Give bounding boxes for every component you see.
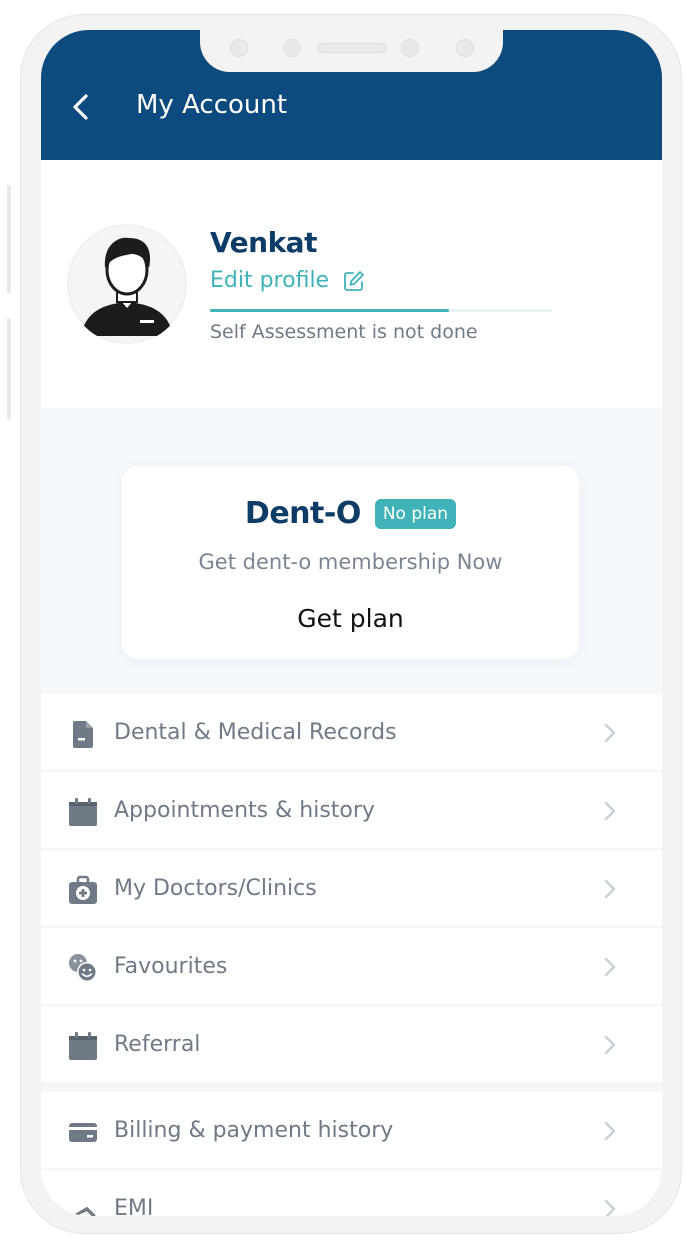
edit-icon xyxy=(344,270,364,291)
get-plan-button[interactable]: Get plan xyxy=(122,604,579,633)
menu-item-referral[interactable]: Referral xyxy=(41,1006,662,1084)
chevron-right-icon xyxy=(604,1199,616,1216)
chevron-right-icon xyxy=(604,1035,616,1055)
document-icon xyxy=(72,721,93,748)
menu-divider xyxy=(41,1084,662,1092)
app-header: My Account xyxy=(41,30,662,160)
front-camera xyxy=(401,39,419,57)
avatar[interactable] xyxy=(67,224,187,344)
sensor-dot xyxy=(230,39,248,57)
plan-card: Dent-O No plan Get dent-o membership Now… xyxy=(122,466,579,659)
app-screen: My Account Venkat Edit profile Self Asse… xyxy=(41,30,662,1216)
profile-progress-fill xyxy=(210,309,450,312)
medical-bag-icon xyxy=(69,875,97,904)
menu-item-label: Referral xyxy=(114,1032,201,1057)
account-menu: Dental & Medical Records Appointments & … xyxy=(41,694,662,1216)
menu-item-appointments-history[interactable]: Appointments & history xyxy=(41,772,662,850)
plan-section: Dent-O No plan Get dent-o membership Now… xyxy=(41,408,662,694)
plan-status-badge: No plan xyxy=(374,498,457,529)
chevron-right-icon xyxy=(604,1121,616,1141)
side-button-volume-up xyxy=(7,185,11,293)
plan-description: Get dent-o membership Now xyxy=(198,550,503,574)
edit-profile-label: Edit profile xyxy=(210,268,330,293)
sensor-dot xyxy=(456,39,474,57)
chevron-right-icon xyxy=(604,957,616,977)
chevron-right-icon xyxy=(604,723,616,743)
menu-item-dental-medical-records[interactable]: Dental & Medical Records xyxy=(41,694,662,772)
menu-item-label: My Doctors/Clinics xyxy=(114,876,317,901)
edit-profile-link[interactable]: Edit profile xyxy=(210,268,365,293)
sensor-dot xyxy=(283,39,301,57)
emi-icon xyxy=(71,1206,96,1216)
assessment-status: Self Assessment is not done xyxy=(210,321,478,343)
profile-progress-bar xyxy=(210,309,552,312)
credit-card-icon xyxy=(69,1123,97,1142)
calendar-icon xyxy=(69,1032,97,1060)
profile-section: Venkat Edit profile Self Assessment is n… xyxy=(41,160,662,408)
user-name: Venkat xyxy=(210,226,317,259)
plan-title-row: Dent-O No plan xyxy=(122,496,579,531)
speaker-grill xyxy=(317,43,387,53)
calendar-icon xyxy=(69,798,97,826)
favourites-icon xyxy=(69,954,97,982)
menu-item-my-doctors-clinics[interactable]: My Doctors/Clinics xyxy=(41,850,662,928)
menu-item-label: Favourites xyxy=(114,954,228,979)
chevron-right-icon xyxy=(604,801,616,821)
chevron-left-icon xyxy=(73,94,88,120)
plan-name: Dent-O xyxy=(244,496,361,531)
menu-item-label: Billing & payment history xyxy=(114,1118,394,1143)
chevron-right-icon xyxy=(604,879,616,899)
menu-item-label: EMI xyxy=(114,1196,154,1216)
side-button-volume-down xyxy=(7,318,11,420)
menu-item-emi[interactable]: EMI xyxy=(41,1170,662,1216)
menu-item-label: Appointments & history xyxy=(114,798,375,823)
device-notch xyxy=(200,30,503,72)
menu-item-billing-payment-history[interactable]: Billing & payment history xyxy=(41,1092,662,1170)
menu-item-label: Dental & Medical Records xyxy=(114,720,397,745)
menu-item-favourites[interactable]: Favourites xyxy=(41,928,662,1006)
page-title: My Account xyxy=(136,90,288,120)
back-button[interactable] xyxy=(67,92,97,122)
user-avatar-icon xyxy=(67,224,187,344)
